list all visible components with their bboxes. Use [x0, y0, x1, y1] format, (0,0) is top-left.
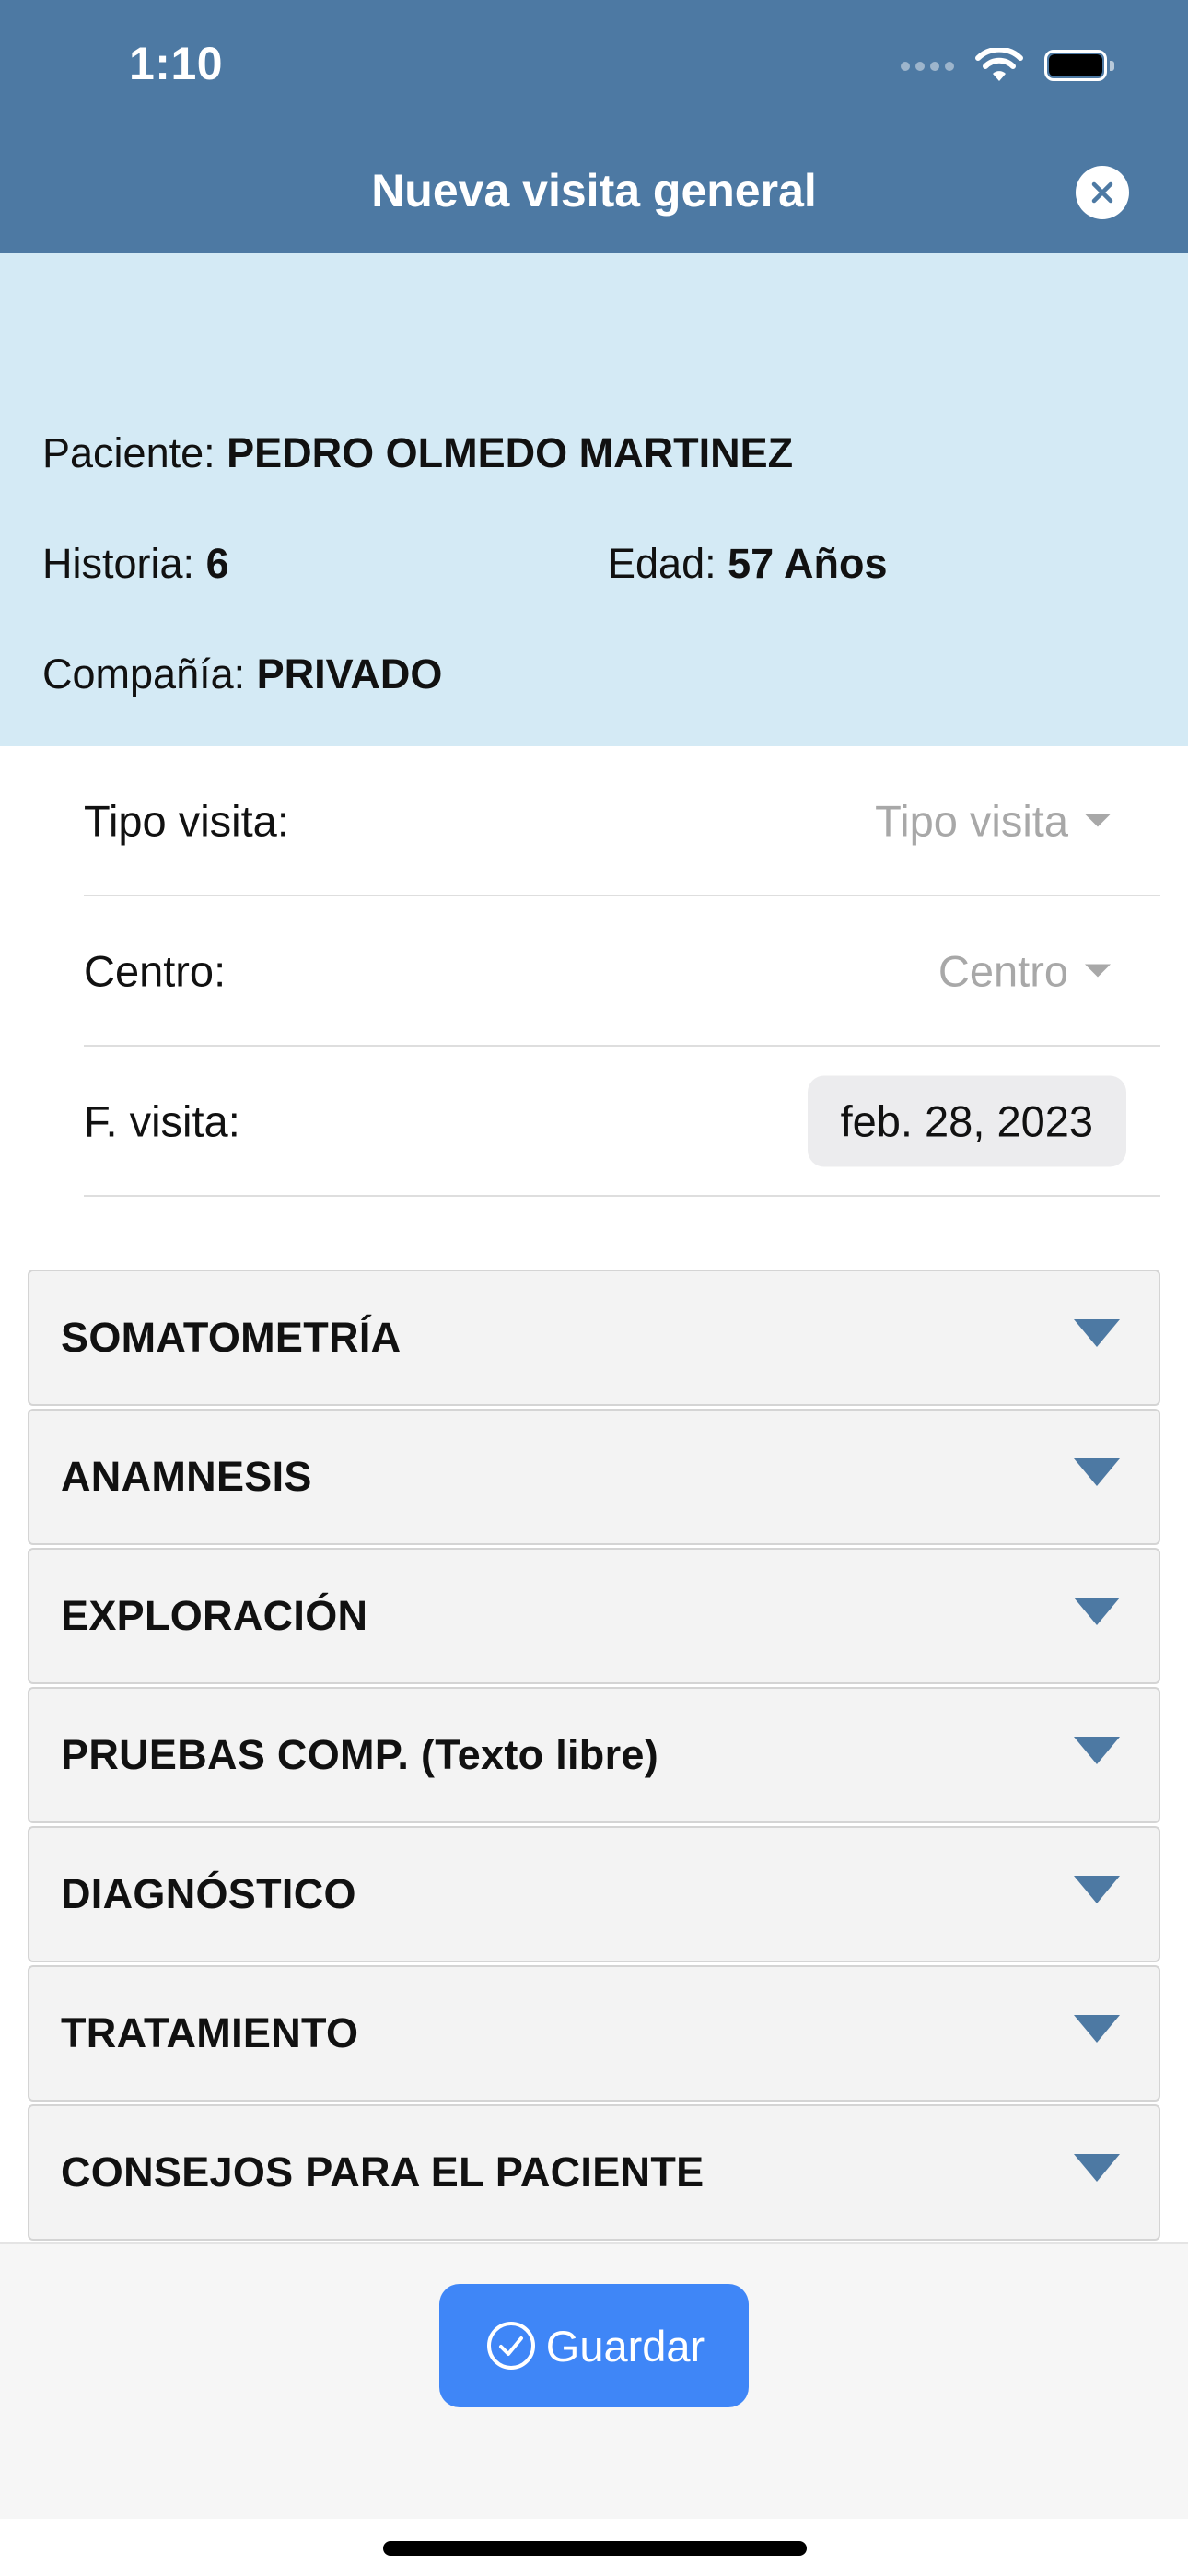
section-consejos[interactable]: CONSEJOS PARA EL PACIENTE	[28, 2104, 1160, 2241]
status-time: 1:10	[129, 38, 224, 89]
patient-name-row: Paciente: PEDRO OLMEDO MARTINEZ	[42, 429, 793, 477]
section-label: EXPLORACIÓN	[61, 1592, 368, 1639]
save-button-label: Guardar	[545, 2321, 705, 2371]
visit-date-row: F. visita: feb. 28, 2023	[84, 1047, 1160, 1197]
patient-age-label: Edad:	[608, 540, 716, 587]
center-placeholder: Centro	[938, 946, 1068, 995]
patient-history-label: Historia:	[42, 540, 195, 587]
caret-down-icon	[1074, 1598, 1120, 1625]
chevron-down-icon	[1085, 964, 1111, 978]
visit-type-label: Tipo visita:	[84, 796, 289, 845]
sections-accordion: SOMATOMETRÍA ANAMNESIS EXPLORACIÓN PRUEB…	[28, 1270, 1160, 2243]
section-label: DIAGNÓSTICO	[61, 1870, 356, 1917]
check-circle-icon	[486, 2322, 535, 2370]
section-label: SOMATOMETRÍA	[61, 1314, 402, 1361]
section-exploracion[interactable]: EXPLORACIÓN	[28, 1548, 1160, 1684]
center-select[interactable]: Centro	[938, 945, 1111, 996]
patient-history-value: 6	[205, 540, 229, 587]
section-label: CONSEJOS PARA EL PACIENTE	[61, 2149, 705, 2195]
chevron-down-icon	[1085, 814, 1111, 827]
close-button[interactable]	[1076, 166, 1129, 219]
patient-company-value: PRIVADO	[256, 650, 443, 697]
visit-date-picker[interactable]: feb. 28, 2023	[807, 1075, 1126, 1166]
caret-down-icon	[1074, 2154, 1120, 2182]
battery-icon	[1044, 50, 1114, 83]
patient-info-panel: Paciente: PEDRO OLMEDO MARTINEZ Historia…	[0, 253, 1188, 746]
section-tratamiento[interactable]: TRATAMIENTO	[28, 1965, 1160, 2102]
visit-type-row: Tipo visita: Tipo visita	[84, 746, 1160, 896]
patient-name-value: PEDRO OLMEDO MARTINEZ	[227, 429, 794, 476]
section-label: TRATAMIENTO	[61, 2009, 359, 2056]
footer-bar: Guardar	[0, 2242, 1188, 2519]
save-button[interactable]: Guardar	[439, 2284, 749, 2407]
center-label: Centro:	[84, 946, 227, 995]
patient-age-value: 57 Años	[728, 540, 888, 587]
section-somatometria[interactable]: SOMATOMETRÍA	[28, 1270, 1160, 1406]
patient-age-row: Edad: 57 Años	[608, 540, 888, 588]
section-pruebas-comp[interactable]: PRUEBAS COMP. (Texto libre)	[28, 1687, 1160, 1823]
close-icon	[1091, 181, 1113, 204]
status-icons	[901, 46, 1114, 87]
caret-down-icon	[1074, 2015, 1120, 2043]
patient-name-label: Paciente:	[42, 429, 215, 476]
section-diagnostico[interactable]: DIAGNÓSTICO	[28, 1826, 1160, 1962]
caret-down-icon	[1074, 1876, 1120, 1903]
app-header: 1:10 Nueva visita general	[0, 0, 1188, 253]
signal-icon	[901, 62, 954, 71]
page-title: Nueva visita general	[371, 165, 817, 217]
patient-history-row: Historia: 6	[42, 540, 229, 588]
center-row: Centro: Centro	[84, 896, 1160, 1047]
visit-date-label: F. visita:	[84, 1096, 240, 1145]
caret-down-icon	[1074, 1458, 1120, 1486]
caret-down-icon	[1074, 1737, 1120, 1764]
home-indicator	[383, 2541, 807, 2556]
patient-company-row: Compañía: PRIVADO	[42, 650, 442, 698]
visit-type-placeholder: Tipo visita	[875, 796, 1068, 845]
visit-type-select[interactable]: Tipo visita	[875, 795, 1111, 846]
section-label: PRUEBAS COMP. (Texto libre)	[61, 1731, 659, 1778]
caret-down-icon	[1074, 1319, 1120, 1347]
patient-company-label: Compañía:	[42, 650, 246, 697]
section-label: ANAMNESIS	[61, 1453, 312, 1500]
section-anamnesis[interactable]: ANAMNESIS	[28, 1409, 1160, 1545]
wifi-icon	[975, 48, 1023, 81]
